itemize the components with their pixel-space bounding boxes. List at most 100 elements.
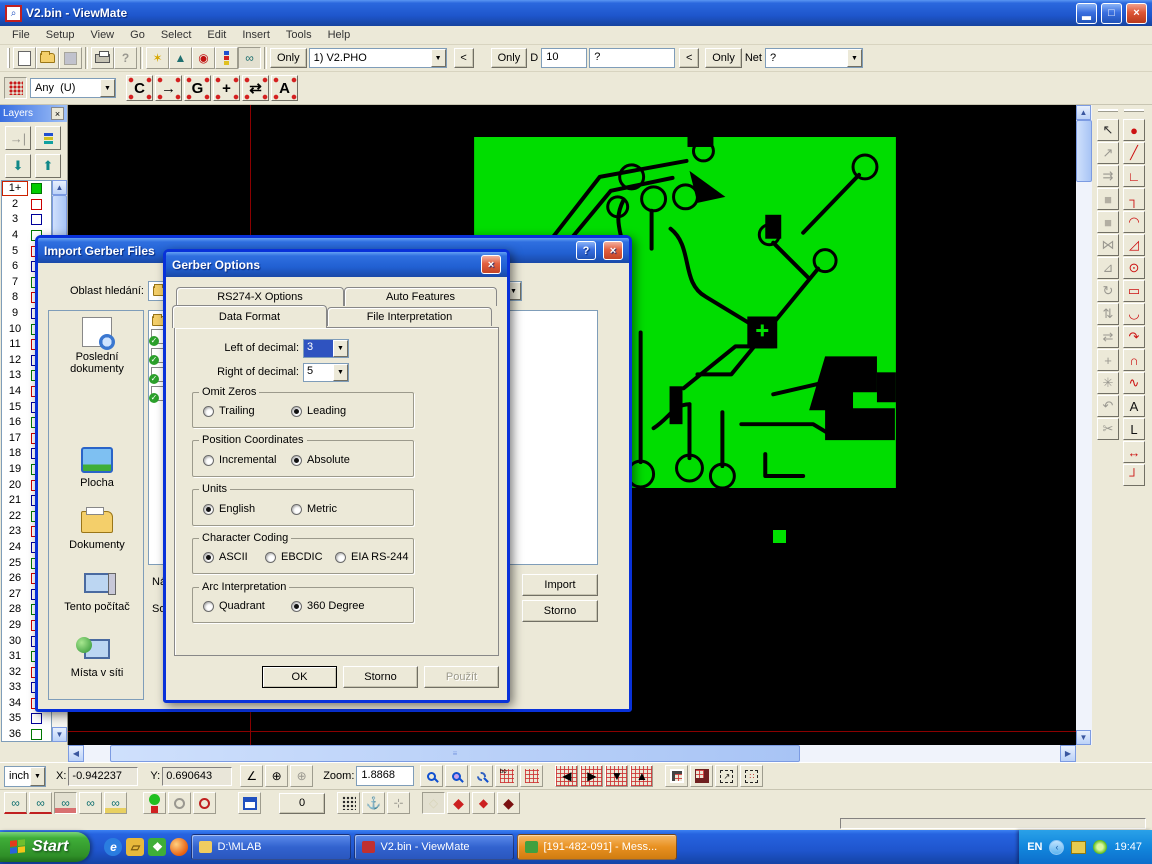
grid-detail-button[interactable]	[665, 765, 688, 787]
dcode-input[interactable]: 10	[541, 48, 587, 68]
select-mode-combo[interactable]: Any (U) ▼	[30, 78, 116, 98]
settings-gear-tool[interactable]: ✳	[1097, 372, 1119, 394]
select-pad-tool[interactable]: +	[213, 75, 240, 101]
ok-button[interactable]: OK	[262, 666, 337, 688]
flash-mode-off-button[interactable]: ◇	[422, 792, 445, 814]
radio-eia-rs244[interactable]: EIA RS-244	[335, 551, 408, 563]
select-filter-button[interactable]	[4, 77, 27, 99]
measure-button[interactable]: ▲	[169, 47, 192, 69]
gerber-dialog-titlebar[interactable]: Gerber Options ×	[166, 252, 507, 277]
layer-row[interactable]: 35	[2, 711, 51, 727]
scroll-up-icon[interactable]: ▲	[52, 180, 67, 195]
right-of-decimal-combo[interactable]: 5 ▼	[303, 363, 349, 382]
messenger-tray-icon[interactable]	[1093, 840, 1107, 854]
draw-rect-tool[interactable]: ▭	[1123, 280, 1145, 302]
layer-colors-button[interactable]	[215, 47, 238, 69]
cancel-button[interactable]: Storno	[522, 600, 598, 622]
pan-left-button[interactable]: ◀	[555, 765, 578, 787]
tab-auto-features[interactable]: Auto Features	[344, 287, 497, 306]
print-button[interactable]	[91, 47, 114, 69]
notes-tray-icon[interactable]	[1071, 841, 1086, 854]
draw-pad-tool[interactable]: ●	[1123, 119, 1145, 141]
select-text-tool[interactable]: A	[271, 75, 298, 101]
close-button[interactable]: ×	[603, 241, 623, 260]
cut-trace-tool[interactable]: ✂	[1097, 418, 1119, 440]
resize-tool[interactable]: ⇅	[1097, 303, 1119, 325]
palette-grip[interactable]	[1098, 109, 1118, 112]
select-component-tool[interactable]: C	[126, 75, 153, 101]
draw-scurve-tool[interactable]: ∿	[1123, 372, 1145, 394]
chevron-down-icon[interactable]: ▼	[333, 340, 348, 357]
layer-combo[interactable]: 1) V2.PHO▼	[309, 48, 447, 68]
radio-quadrant[interactable]: Quadrant	[203, 600, 265, 612]
zoom-grid-button[interactable]	[445, 765, 468, 787]
filled-rect-tool[interactable]: ■	[1097, 188, 1119, 210]
place-network[interactable]: Místa v síti	[49, 639, 145, 679]
book-quicklaunch-icon[interactable]: ❖	[148, 838, 166, 856]
scroll-down-icon[interactable]: ▼	[1076, 730, 1091, 745]
menu-item[interactable]: Edit	[199, 27, 234, 43]
new-file-button[interactable]	[13, 47, 36, 69]
palette-grip[interactable]	[1124, 109, 1144, 112]
pan-right-button[interactable]: ▶	[580, 765, 603, 787]
tab-data-format[interactable]: Data Format	[172, 305, 327, 328]
chevron-down-icon[interactable]: ▼	[847, 49, 862, 67]
view-draw-sketch-button[interactable]: ∞	[104, 792, 127, 814]
dcode-filter-input[interactable]: ?	[589, 48, 675, 68]
tab-file-interpretation[interactable]: File Interpretation	[327, 307, 492, 326]
angle-measure-button[interactable]: ∠	[240, 765, 263, 787]
relative-move-button[interactable]: ⊹	[387, 792, 410, 814]
maximize-button[interactable]: □	[1101, 3, 1122, 24]
highlight-flash-button[interactable]: ✶	[146, 47, 169, 69]
context-help-button[interactable]: ?	[114, 47, 137, 69]
cancel-button[interactable]: Storno	[343, 666, 418, 688]
import-button[interactable]: Import	[522, 574, 598, 596]
select-swap-tool[interactable]: ⇄	[242, 75, 269, 101]
folder-quicklaunch-icon[interactable]: ▱	[126, 838, 144, 856]
view-draw-lines-button[interactable]: ∞	[29, 792, 52, 814]
move-item-tool[interactable]: ↗	[1097, 142, 1119, 164]
lamp-on-button[interactable]	[193, 792, 216, 814]
chevron-down-icon[interactable]: ▼	[30, 767, 45, 786]
layer-color-box[interactable]	[31, 183, 42, 194]
view-draw-filled-button[interactable]: ∞	[54, 792, 77, 814]
menu-item[interactable]: Select	[153, 27, 200, 43]
draw-dimension-tool[interactable]: ↔	[1123, 441, 1145, 463]
layer-film-button[interactable]	[35, 126, 61, 150]
close-icon[interactable]: ×	[51, 107, 64, 120]
start-button[interactable]: Start	[0, 832, 90, 862]
grid-toggle-button[interactable]	[520, 765, 543, 787]
chevron-down-icon[interactable]: ▼	[100, 79, 115, 97]
mirror-tool[interactable]: ⋈	[1097, 234, 1119, 256]
select-zoom-button[interactable]: ↗	[715, 765, 738, 787]
film-view-button[interactable]: ∞	[238, 47, 261, 69]
filled-poly-tool[interactable]: ■	[1097, 211, 1119, 233]
scroll-right-icon[interactable]: ▶	[1060, 745, 1076, 762]
layer-color-box[interactable]	[31, 199, 42, 210]
radio-360-degree[interactable]: 360 Degree	[291, 600, 365, 612]
net-combo[interactable]: ?▼	[765, 48, 863, 68]
place-documents[interactable]: Dokumenty	[49, 511, 145, 551]
menu-item[interactable]: File	[4, 27, 38, 43]
hscroll-thumb[interactable]: ≡	[110, 745, 800, 762]
place-desktop[interactable]: Plocha	[49, 447, 145, 489]
select-gerber-tool[interactable]: G	[184, 75, 211, 101]
task-mlab-folder[interactable]: D:\MLAB	[191, 834, 351, 860]
draw-circle-tool[interactable]: ⊙	[1123, 257, 1145, 279]
radio-metric[interactable]: Metric	[291, 503, 337, 515]
toolbar-grip[interactable]	[7, 48, 10, 68]
zoom-window-button[interactable]	[470, 765, 493, 787]
view-draw-dots-button[interactable]: ∞	[4, 792, 27, 814]
left-of-decimal-combo[interactable]: 3 ▼	[303, 339, 349, 358]
scroll-up-icon[interactable]: ▲	[1076, 105, 1091, 120]
prev-layer-button[interactable]: <	[454, 48, 474, 68]
unit-combo[interactable]: inch▼	[4, 766, 46, 787]
select-pointer-tool[interactable]: ↖	[1097, 119, 1119, 141]
radio-absolute[interactable]: Absolute	[291, 454, 350, 466]
chevron-down-icon[interactable]: ▼	[333, 364, 348, 381]
layer-color-box[interactable]	[31, 729, 42, 740]
radio-trailing[interactable]: Trailing	[203, 405, 255, 417]
origin-snap-button[interactable]: ⊕	[290, 765, 313, 787]
grid-edit-button[interactable]	[690, 765, 713, 787]
layer-up-button[interactable]: ⬆	[35, 154, 61, 178]
